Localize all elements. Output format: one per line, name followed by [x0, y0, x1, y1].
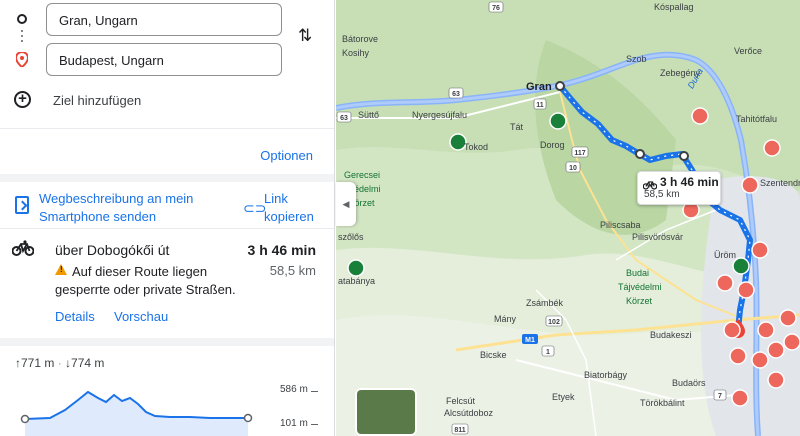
map-svg[interactable]: 76 63 63 11 117 10 102 M1 1 7 811 Gran B…: [336, 0, 800, 436]
road-117: 117: [574, 150, 585, 157]
place-zsambek[interactable]: Zsámbék: [526, 298, 564, 308]
elevation-chart[interactable]: [10, 378, 280, 436]
place-korzet-2[interactable]: Körzet: [626, 296, 653, 306]
place-sutto[interactable]: Süttő: [358, 110, 379, 120]
place-tajvedelmi-2[interactable]: Tájvédelmi: [618, 282, 662, 292]
swap-icon[interactable]: ⇅: [298, 26, 312, 46]
road-811: 811: [454, 427, 465, 434]
place-bicske[interactable]: Bicske: [480, 350, 507, 360]
send-to-phone-icon[interactable]: [15, 196, 29, 214]
route-dots-icon: [21, 30, 23, 44]
section-divider: [0, 174, 334, 182]
place-torokbalint[interactable]: Törökbálint: [640, 398, 685, 408]
place-gerecsei[interactable]: Gerecsei: [344, 170, 380, 180]
place-felcsut[interactable]: Felcsút: [446, 396, 476, 406]
road-76: 76: [492, 5, 500, 12]
route-duration: 3 h 46 min: [247, 242, 316, 258]
add-destination-icon[interactable]: +: [14, 91, 31, 108]
place-piliscsaba[interactable]: Piliscsaba: [600, 220, 641, 230]
place-tahitotfalu[interactable]: Tahitótfalu: [736, 114, 777, 124]
collapse-panel-button[interactable]: ◀: [336, 182, 356, 226]
descent-value: 774 m: [71, 356, 105, 370]
road-11: 11: [536, 102, 544, 109]
destination-pin-icon: [14, 50, 30, 72]
preview-button[interactable]: Vorschau: [114, 309, 168, 324]
directions-panel: Gran, Ungarn Budapest, Ungarn ⇅ + Ziel h…: [0, 0, 335, 436]
map-canvas[interactable]: 76 63 63 11 117 10 102 M1 1 7 811 Gran B…: [336, 0, 800, 436]
road-1: 1: [546, 349, 550, 356]
elevation-min-label: 101 m: [280, 418, 308, 429]
copy-link-button[interactable]: Link kopieren: [264, 190, 324, 226]
route-callout[interactable]: 3 h 46 min 58,5 km: [637, 171, 721, 205]
place-szentendre[interactable]: Szentendre: [760, 178, 800, 188]
bicycle-icon: [11, 240, 35, 261]
origin-input[interactable]: Gran, Ungarn: [46, 3, 282, 36]
place-alcsutdoboz[interactable]: Alcsútdoboz: [444, 408, 494, 418]
elevation-summary: ↑771 m · ↓774 m: [15, 356, 105, 370]
bicycle-icon: [642, 177, 658, 195]
place-budai[interactable]: Budai: [626, 268, 649, 278]
place-kospallag[interactable]: Kóspallag: [654, 2, 694, 12]
place-etyek[interactable]: Etyek: [552, 392, 575, 402]
place-tat[interactable]: Tát: [510, 122, 524, 132]
place-many[interactable]: Mány: [494, 314, 517, 324]
details-button[interactable]: Details: [55, 309, 95, 324]
add-destination-label[interactable]: Ziel hinzufügen: [53, 93, 141, 108]
link-icon[interactable]: ⊂⊃: [243, 200, 266, 217]
divider: [0, 128, 334, 129]
place-szolos[interactable]: szőlős: [338, 232, 364, 242]
road-63b: 63: [340, 115, 348, 122]
route-distance: 58,5 km: [269, 263, 316, 278]
map-layers-button[interactable]: [355, 388, 417, 436]
origin-circle-icon: [17, 14, 27, 24]
ascent-value: 771 m: [21, 356, 55, 370]
place-gran[interactable]: Gran: [526, 81, 552, 93]
divider: [0, 228, 334, 229]
place-szob[interactable]: Szob: [626, 54, 647, 64]
place-batorove[interactable]: Bátorove: [342, 34, 378, 44]
route-warning: Auf dieser Route liegen gesperrte oder p…: [55, 264, 236, 297]
destination-input[interactable]: Budapest, Ungarn: [46, 43, 282, 76]
place-atabanya[interactable]: atabánya: [338, 276, 375, 286]
send-to-phone-link[interactable]: Wegbeschreibung an mein Smartphone sende…: [39, 190, 199, 226]
place-dorog[interactable]: Dorog: [540, 140, 565, 150]
place-veroce[interactable]: Verőce: [734, 46, 762, 56]
tick: [311, 391, 318, 392]
elevation-max-label: 586 m: [280, 384, 308, 395]
tick: [311, 424, 318, 425]
place-biatorbagy[interactable]: Biatorbágy: [584, 370, 628, 380]
place-kosihy[interactable]: Kosihy: [342, 48, 370, 58]
place-nyergesujfalu[interactable]: Nyergesújfalu: [412, 110, 467, 120]
place-pilisvorosvar[interactable]: Pilisvörösvár: [632, 232, 683, 242]
route-name[interactable]: über Dobogókői út: [55, 242, 169, 258]
place-budakeszi[interactable]: Budakeszi: [650, 330, 692, 340]
section-divider: [0, 338, 334, 346]
place-tokod[interactable]: Tokod: [464, 142, 488, 152]
road-102: 102: [548, 319, 560, 326]
road-63: 63: [452, 91, 460, 98]
road-m1: M1: [525, 337, 535, 344]
options-button[interactable]: Optionen: [260, 148, 313, 163]
place-urom[interactable]: Üröm: [714, 250, 736, 260]
road-7: 7: [718, 393, 722, 400]
road-10: 10: [569, 165, 577, 172]
place-budaors[interactable]: Budaörs: [672, 378, 706, 388]
